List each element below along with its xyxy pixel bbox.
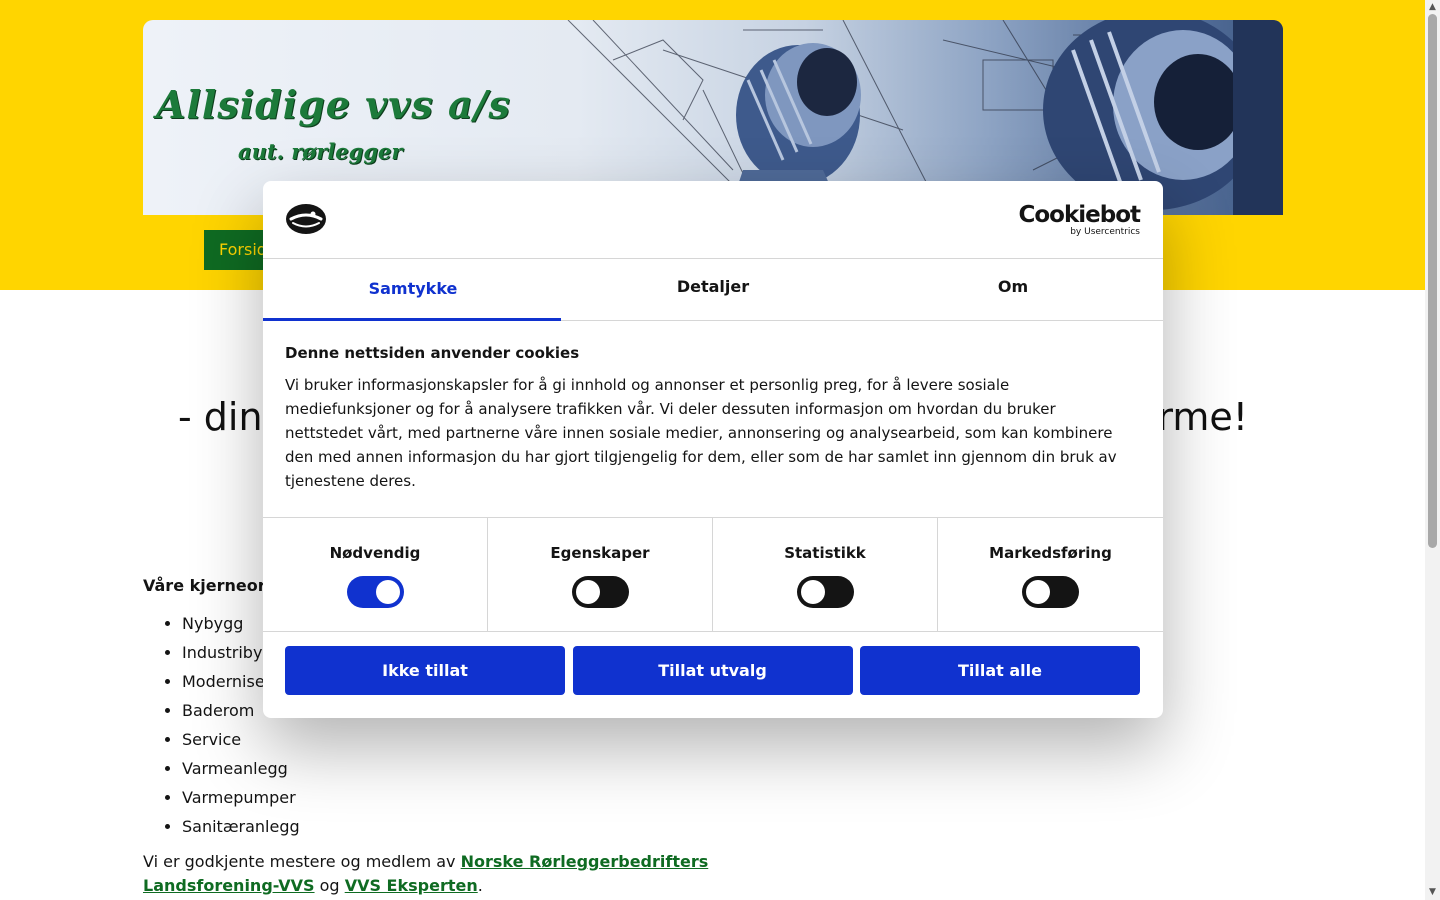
brand-name: Cookiebot	[1018, 202, 1141, 228]
dialog-tabs: Samtykke Detaljer Om	[263, 259, 1163, 321]
brand-byline: by Usercentrics	[1070, 227, 1140, 237]
toggle-knob	[575, 580, 600, 604]
tab-consent[interactable]: Samtykke	[263, 259, 563, 321]
category-marketing: Markedsføring	[938, 518, 1163, 631]
allow-all-button[interactable]: Tillat alle	[860, 646, 1140, 695]
cookiebot-brand[interactable]: Cookiebot by Usercentrics	[1018, 202, 1141, 237]
membership-text-prefix: Vi er godkjente mestere og medlem av	[143, 852, 456, 871]
category-label: Egenskaper	[550, 544, 650, 562]
list-item: Varmepumper	[182, 783, 300, 812]
toggle-knob	[800, 580, 825, 604]
scroll-up-arrow-icon[interactable]: ▲	[1425, 0, 1440, 15]
scroll-down-arrow-icon[interactable]: ▼	[1425, 885, 1440, 900]
toggle-knob	[375, 580, 400, 604]
membership-paragraph: Vi er godkjente mestere og medlem av Nor…	[143, 850, 743, 898]
site-logo-subtitle: aut. rørlegger	[238, 139, 403, 164]
scrollbar-thumb[interactable]	[1428, 14, 1437, 548]
tab-details[interactable]: Detaljer	[563, 259, 863, 320]
site-logo-title: Allsidige vvs a/s	[156, 82, 511, 127]
cookie-consent-dialog: Cookiebot by Usercentrics Samtykke Detal…	[263, 181, 1163, 718]
dialog-body: Denne nettsiden anvender cookies Vi bruk…	[285, 343, 1125, 493]
statistics-toggle[interactable]	[796, 576, 854, 608]
category-statistics: Statistikk	[713, 518, 938, 631]
membership-text-end: .	[477, 876, 483, 895]
cookiebot-logo-icon	[286, 204, 326, 234]
category-label: Statistikk	[784, 544, 866, 562]
core-areas-heading: Våre kjerneor	[143, 576, 266, 595]
preferences-toggle[interactable]	[571, 576, 629, 608]
toggle-knob	[1026, 580, 1050, 604]
dialog-heading: Denne nettsiden anvender cookies	[285, 344, 580, 362]
necessary-toggle[interactable]	[346, 576, 404, 608]
dialog-header: Cookiebot by Usercentrics	[263, 181, 1163, 259]
consent-categories: Nødvendig Egenskaper Statistikk Markedsf…	[263, 517, 1163, 632]
dialog-description: Vi bruker informasjonskapsler for å gi i…	[285, 376, 1117, 490]
category-label: Markedsføring	[989, 544, 1112, 562]
marketing-toggle[interactable]	[1022, 576, 1079, 608]
list-item: Sanitæranlegg	[182, 812, 300, 841]
list-item: Varmeanlegg	[182, 754, 300, 783]
category-label: Nødvendig	[329, 544, 421, 562]
membership-text-mid: og	[319, 876, 340, 895]
tagline-end: rme!	[1157, 395, 1248, 439]
category-preferences: Egenskaper	[488, 518, 713, 631]
allow-selection-button[interactable]: Tillat utvalg	[572, 646, 853, 695]
category-necessary: Nødvendig	[263, 518, 488, 631]
page-scrollbar[interactable]: ▲ ▼	[1425, 0, 1440, 900]
tagline-start: - din	[178, 395, 263, 439]
tab-about[interactable]: Om	[863, 259, 1163, 320]
vvs-eksperten-link[interactable]: VVS Eksperten	[345, 876, 478, 895]
list-item: Service	[182, 725, 300, 754]
dialog-actions: Ikke tillat Tillat utvalg Tillat alle	[285, 646, 1140, 695]
deny-button[interactable]: Ikke tillat	[285, 646, 565, 695]
